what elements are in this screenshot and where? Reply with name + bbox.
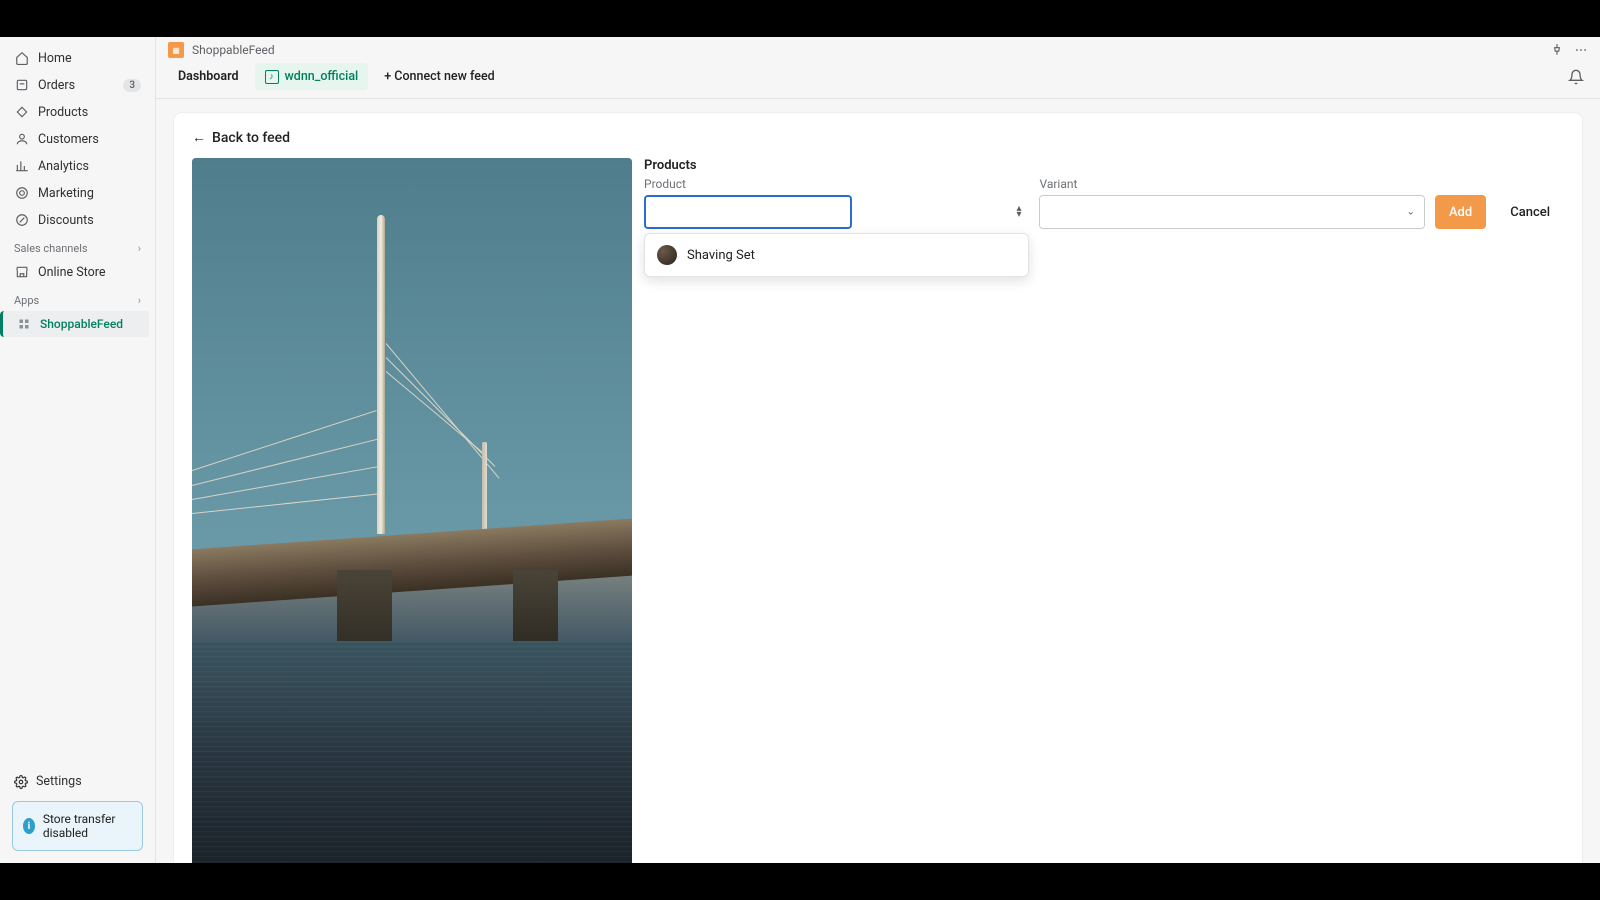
cancel-button[interactable]: Cancel — [1496, 195, 1564, 229]
variant-label: Variant — [1039, 177, 1424, 191]
product-combo-wrap: ▴▾ Shaving Set — [644, 195, 1029, 229]
app-window: Home Orders 3 Products Customers — [0, 37, 1600, 863]
home-icon — [14, 50, 30, 66]
store-transfer-notice[interactable]: i Store transfer disabled — [12, 801, 143, 851]
back-to-feed-link[interactable]: ← Back to feed — [192, 129, 290, 146]
add-button[interactable]: Add — [1435, 195, 1486, 229]
product-dropdown: Shaving Set — [644, 233, 1029, 277]
sales-channels-header[interactable]: Sales channels › — [6, 234, 149, 259]
nav-label: Products — [38, 105, 88, 120]
tiktok-icon: ♪ — [265, 70, 279, 84]
main: ▦ ShoppableFeed Dashboard ♪ wdnn_officia… — [156, 37, 1600, 863]
tab-label: wdnn_official — [285, 69, 359, 84]
customers-icon — [14, 131, 30, 147]
nav-home[interactable]: Home — [6, 45, 149, 71]
store-icon — [14, 264, 30, 280]
nav-label: Home — [38, 51, 72, 66]
tab-feed[interactable]: ♪ wdnn_official — [255, 63, 369, 90]
section-label: Sales channels — [14, 242, 88, 255]
nav-label: Discounts — [38, 213, 94, 228]
nav-products[interactable]: Products — [6, 99, 149, 125]
section-label: Apps — [14, 294, 39, 307]
nav-label: Online Store — [38, 265, 105, 280]
pin-icon[interactable] — [1550, 43, 1564, 57]
notifications-button[interactable] — [1564, 65, 1588, 89]
form-row: Product ▴▾ Shaving Se — [644, 177, 1564, 229]
dropdown-item-label: Shaving Set — [687, 248, 755, 263]
nav-marketing[interactable]: Marketing — [6, 180, 149, 206]
store-transfer-label: Store transfer disabled — [43, 812, 132, 840]
orders-icon — [14, 77, 30, 93]
nav-customers[interactable]: Customers — [6, 126, 149, 152]
variant-field: Variant ⌄ — [1039, 177, 1424, 229]
sky-layer — [192, 158, 632, 549]
back-label: Back to feed — [212, 130, 290, 146]
discounts-icon — [14, 212, 30, 228]
product-field: Product ▴▾ Shaving Se — [644, 177, 1029, 229]
nav-online-store[interactable]: Online Store — [6, 259, 149, 285]
bell-icon — [1568, 69, 1584, 85]
nav-discounts[interactable]: Discounts — [6, 207, 149, 233]
topbar-actions — [1550, 43, 1588, 57]
products-heading: Products — [644, 158, 1564, 173]
nav-label: Analytics — [38, 159, 89, 174]
content-area: ← Back to feed — [156, 99, 1600, 863]
app-title: ShoppableFeed — [192, 43, 275, 57]
form-panel: Products Product ▴▾ — [644, 158, 1564, 863]
nav-label: ShoppableFeed — [40, 317, 123, 331]
nav-label: Marketing — [38, 186, 94, 201]
nav-settings[interactable]: Settings — [6, 768, 149, 795]
apps-header[interactable]: Apps › — [6, 286, 149, 311]
tabbar: Dashboard ♪ wdnn_official + Connect new … — [156, 63, 1600, 99]
water-layer — [192, 641, 632, 863]
product-label: Product — [644, 177, 1029, 191]
app-icon — [16, 316, 32, 332]
more-icon[interactable] — [1574, 43, 1588, 57]
tab-connect-new-feed[interactable]: + Connect new feed — [374, 63, 504, 90]
product-input[interactable] — [644, 195, 852, 229]
content-card: ← Back to feed — [174, 113, 1582, 863]
combo-caret-icon: ▴▾ — [1016, 206, 1021, 218]
tab-label: Dashboard — [178, 69, 239, 84]
tab-label: + Connect new feed — [384, 69, 494, 84]
chevron-right-icon: › — [138, 242, 141, 255]
nav-label: Customers — [38, 132, 99, 147]
gear-icon — [14, 775, 28, 789]
info-icon: i — [23, 818, 35, 834]
sidebar: Home Orders 3 Products Customers — [0, 37, 156, 863]
marketing-icon — [14, 185, 30, 201]
app-logo-icon: ▦ — [168, 42, 184, 58]
editor: Products Product ▴▾ — [192, 158, 1564, 863]
nav-analytics[interactable]: Analytics — [6, 153, 149, 179]
bridge-spire — [377, 215, 385, 535]
analytics-icon — [14, 158, 30, 174]
product-thumb — [657, 245, 677, 265]
dropdown-item[interactable]: Shaving Set — [649, 238, 1024, 272]
tab-dashboard[interactable]: Dashboard — [168, 63, 249, 90]
nav-orders[interactable]: Orders 3 — [6, 72, 149, 98]
sidebar-bottom: Settings i Store transfer disabled — [0, 762, 155, 863]
nav-app-shoppablefeed[interactable]: ShoppableFeed — [0, 311, 149, 337]
variant-select-wrap: ⌄ — [1039, 195, 1424, 229]
arrow-left-icon: ← — [192, 129, 206, 146]
nav-main: Home Orders 3 Products Customers — [0, 37, 155, 338]
nav-label: Orders — [38, 78, 75, 93]
settings-label: Settings — [36, 774, 82, 789]
topbar: ▦ ShoppableFeed — [156, 37, 1600, 63]
media-preview — [192, 158, 632, 863]
variant-select[interactable] — [1039, 195, 1424, 229]
chevron-right-icon: › — [138, 294, 141, 307]
products-icon — [14, 104, 30, 120]
orders-badge: 3 — [123, 79, 141, 92]
